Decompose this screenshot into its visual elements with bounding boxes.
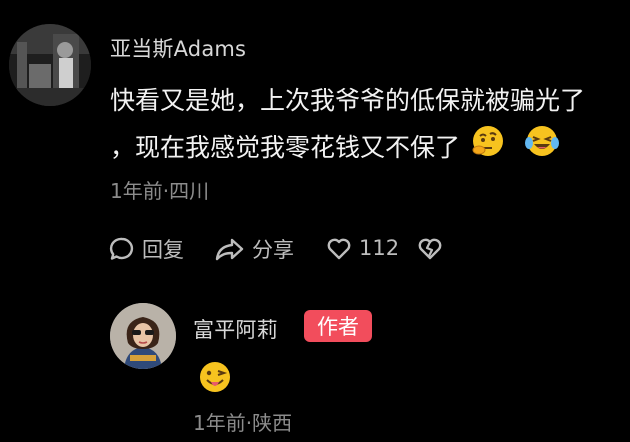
commenter-username[interactable]: 亚当斯Adams [110,33,246,63]
reply-button[interactable]: 回复 [108,234,184,264]
comment-meta: 1年前·四川 [110,179,210,203]
share-button[interactable]: 分享 [214,234,294,264]
reply-meta: 1年前·陕西 [193,411,293,435]
dislike-button[interactable] [416,234,444,262]
comment-text-line-2-row: ，现在我感觉我零花钱又不保了 [110,123,560,172]
laughing-tears-emoji-icon [524,123,560,172]
author-badge: 作者 [304,310,372,342]
comment-text-line-1: 快看又是她，上次我爷爷的低保就被骗光了 [110,86,586,115]
like-count: 112 [359,236,400,260]
heart-icon [327,238,351,260]
author-username[interactable]: 富平阿莉 [193,314,278,344]
author-avatar[interactable] [110,303,176,369]
broken-heart-icon [418,238,442,260]
thinking-face-emoji-icon [470,123,506,172]
share-arrow-icon [215,238,244,261]
author-avatar-photo [110,303,176,369]
reply-label: 回复 [142,238,184,262]
reply-bubble-icon [109,237,134,260]
winking-tongue-emoji-icon [198,360,232,398]
like-button[interactable]: 112 [325,234,399,262]
comment-text-line-2: ，现在我感觉我零花钱又不保了 [110,133,461,162]
avatar-photo [9,24,91,106]
commenter-avatar[interactable] [9,24,91,106]
share-label: 分享 [252,238,294,262]
